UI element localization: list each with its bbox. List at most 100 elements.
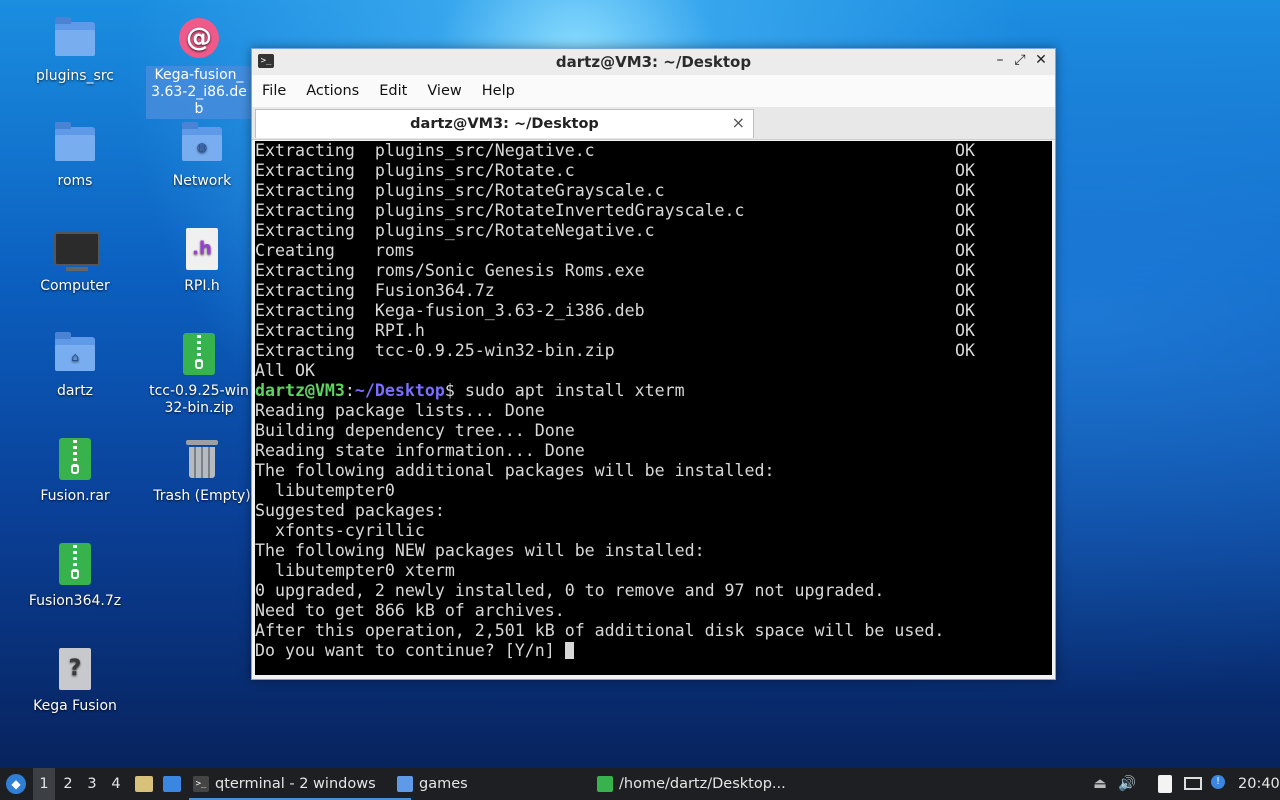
- workspace-4[interactable]: 4: [105, 768, 127, 800]
- desktop-icon-plugins-src[interactable]: plugins_src: [20, 16, 130, 85]
- desktop-icon-label: Trash (Empty): [153, 488, 251, 504]
- terminal-line: Need to get 866 kB of archives.: [255, 601, 565, 620]
- text-cursor: [564, 642, 574, 659]
- tab-close-icon[interactable]: ×: [732, 113, 745, 132]
- menu-help[interactable]: Help: [472, 83, 525, 99]
- unknown-file-icon: ?: [59, 648, 91, 690]
- terminal-line: Extracting roms/Sonic Genesis Roms.exe OK: [255, 261, 975, 280]
- desktop-icon-dartz[interactable]: ⌂ dartz: [20, 331, 130, 400]
- terminal-line: Extracting tcc-0.9.25-win32-bin.zip OK: [255, 341, 975, 360]
- archive-icon: [59, 438, 91, 480]
- taskbar-filemanager[interactable]: /home/dartz/Desktop...: [593, 768, 819, 800]
- minimize-button[interactable]: –: [991, 52, 1009, 68]
- terminal-line: xfonts-cyrillic: [255, 521, 425, 540]
- terminal-icon: >_: [193, 776, 209, 792]
- taskbar-label: qterminal - 2 windows: [215, 776, 376, 792]
- trash-icon: [186, 440, 218, 478]
- terminal-line: All OK: [255, 361, 315, 380]
- terminal-line: Extracting Fusion364.7z OK: [255, 281, 975, 300]
- desktop-icon-trash[interactable]: Trash (Empty): [147, 436, 257, 505]
- terminal-line: The following additional packages will b…: [255, 461, 775, 480]
- terminal-line: Suggested packages:: [255, 501, 445, 520]
- desktop-icon-label: Kega-fusion_3.63-2_i86.deb: [146, 66, 252, 119]
- terminal-line: Creating roms OK: [255, 241, 975, 260]
- desktop-icon-label: dartz: [56, 383, 94, 399]
- start-menu-icon[interactable]: ◆: [4, 768, 28, 800]
- update-notifier-icon[interactable]: !: [1209, 768, 1227, 800]
- taskbar-games[interactable]: games: [393, 768, 609, 800]
- network-folder-icon: ◍: [182, 122, 222, 161]
- workspace-1[interactable]: 1: [33, 768, 55, 800]
- header-file-icon: .h: [186, 228, 218, 270]
- terminal-tab[interactable]: dartz@VM3: ~/Desktop ×: [255, 109, 754, 138]
- prompt-path: ~/Desktop: [354, 381, 445, 400]
- desktop-icon-label: Network: [172, 173, 232, 189]
- terminal-line: After this operation, 2,501 kB of additi…: [255, 621, 945, 640]
- terminal-line: Extracting plugins_src/Negative.c OK: [255, 141, 975, 160]
- terminal-line: Extracting RPI.h OK: [255, 321, 975, 340]
- archive-icon: [59, 543, 91, 585]
- menu-edit[interactable]: Edit: [369, 83, 417, 99]
- file-manager-launcher-icon[interactable]: [133, 768, 155, 800]
- menu-bar: File Actions Edit View Help: [252, 75, 1055, 107]
- home-folder-icon: ⌂: [55, 332, 95, 371]
- volume-icon[interactable]: 🔊: [1117, 768, 1137, 800]
- terminal-output[interactable]: Extracting plugins_src/Negative.c OK Extr…: [255, 141, 1052, 675]
- desktop-icon-label: Kega Fusion: [33, 698, 117, 714]
- desktop-icon-label: tcc-0.9.25-win32-bin.zip: [149, 383, 249, 416]
- taskbar-qterminal[interactable]: >_ qterminal - 2 windows: [189, 768, 411, 800]
- prompt-line: dartz@VM3:~/Desktop$ sudo apt install xt…: [255, 381, 685, 400]
- terminal-line: Extracting plugins_src/RotateNegative.c O…: [255, 221, 975, 240]
- terminal-line: Reading state information... Done: [255, 441, 585, 460]
- terminal-line: Building dependency tree... Done: [255, 421, 575, 440]
- menu-file[interactable]: File: [252, 83, 296, 99]
- archive-icon: [183, 333, 215, 375]
- close-button[interactable]: ✕: [1032, 52, 1050, 68]
- terminal-line: Extracting plugins_src/Rotate.c OK: [255, 161, 975, 180]
- archive-icon: [597, 776, 613, 792]
- menu-actions[interactable]: Actions: [296, 83, 369, 99]
- terminal-line: Reading package lists... Done: [255, 401, 545, 420]
- folder-icon: [397, 776, 413, 792]
- taskbar-label: games: [419, 776, 468, 792]
- eject-icon[interactable]: ⏏: [1090, 768, 1110, 800]
- desktop-icon-label: RPI.h: [184, 278, 220, 294]
- desktop-icon-rpi-h[interactable]: .h RPI.h: [147, 226, 257, 295]
- terminal-line: libutempter0 xterm: [255, 561, 455, 580]
- desktop-icon-kega-fusion[interactable]: ? Kega Fusion: [20, 646, 130, 715]
- tab-bar: dartz@VM3: ~/Desktop ×: [252, 107, 1055, 140]
- window-title: dartz@VM3: ~/Desktop: [555, 53, 752, 71]
- desktop-icon-network[interactable]: ◍ Network: [147, 121, 257, 190]
- folder-icon: [55, 17, 95, 56]
- terminal-line: The following NEW packages will be insta…: [255, 541, 705, 560]
- desktop-icon-computer[interactable]: Computer: [20, 226, 130, 295]
- desktop-icon-tcc-zip[interactable]: tcc-0.9.25-win32-bin.zip: [147, 331, 251, 417]
- desktop-icon-kega-deb[interactable]: @ Kega-fusion_3.63-2_i86.deb: [146, 14, 252, 119]
- show-desktop-icon[interactable]: [161, 768, 183, 800]
- terminal-window[interactable]: >_ dartz@VM3: ~/Desktop – ⤢ ✕ File Actio…: [251, 48, 1056, 680]
- taskbar: ◆ 1 2 3 4 >_ qterminal - 2 windows games…: [0, 768, 1280, 800]
- computer-icon: [54, 232, 100, 271]
- workspace-2[interactable]: 2: [57, 768, 79, 800]
- folder-icon: [55, 122, 95, 161]
- desktop-icon-fusion-rar[interactable]: Fusion.rar: [20, 436, 130, 505]
- network-icon[interactable]: [1182, 768, 1204, 800]
- menu-view[interactable]: View: [417, 83, 471, 99]
- desktop-icon-label: plugins_src: [35, 68, 115, 84]
- maximize-button[interactable]: ⤢: [1011, 52, 1029, 68]
- clipboard-icon[interactable]: [1155, 768, 1175, 800]
- terminal-line: Extracting plugins_src/RotateGrayscale.c…: [255, 181, 975, 200]
- workspace-3[interactable]: 3: [81, 768, 103, 800]
- desktop-icon-label: Fusion364.7z: [28, 593, 122, 609]
- desktop-icon-label: Fusion.rar: [40, 488, 110, 504]
- desktop-icon-roms[interactable]: roms: [20, 121, 130, 190]
- terminal-line: libutempter0: [255, 481, 395, 500]
- desktop-icon-label: roms: [57, 173, 93, 189]
- clock[interactable]: 20:40: [1238, 768, 1280, 800]
- prompt-user: dartz@VM3: [255, 381, 345, 400]
- taskbar-label: /home/dartz/Desktop...: [619, 776, 786, 792]
- terminal-line: Extracting plugins_src/RotateInvertedGra…: [255, 201, 975, 220]
- desktop-icon-fusion-7z[interactable]: Fusion364.7z: [20, 541, 130, 610]
- terminal-line: 0 upgraded, 2 newly installed, 0 to remo…: [255, 581, 885, 600]
- window-titlebar[interactable]: >_ dartz@VM3: ~/Desktop – ⤢ ✕: [252, 49, 1055, 75]
